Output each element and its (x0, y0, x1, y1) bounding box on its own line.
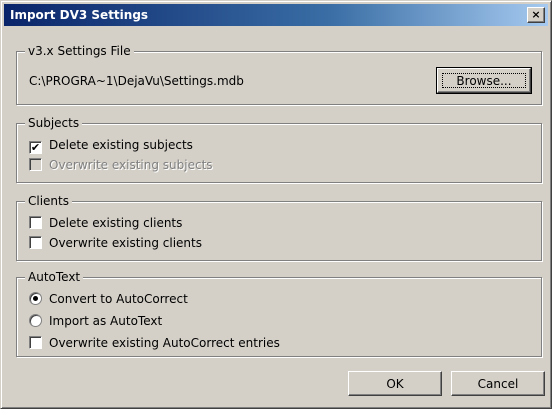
clients-group-label: Clients (25, 193, 72, 209)
convert-autocorrect-radio[interactable]: Convert to AutoCorrect (29, 290, 188, 308)
radio-icon (29, 314, 42, 327)
autotext-group-label: AutoText (25, 269, 84, 285)
ok-button-label: OK (386, 377, 404, 391)
browse-focus-rect: Browse... (442, 73, 526, 88)
title-bar[interactable]: Import DV3 Settings × (4, 4, 548, 26)
delete-subjects-checkbox[interactable]: ✔ Delete existing subjects (29, 136, 193, 154)
import-dialog: Import DV3 Settings × v3.x Settings File… (0, 0, 552, 409)
settings-file-group-label: v3.x Settings File (25, 43, 134, 59)
delete-clients-label: Delete existing clients (49, 216, 183, 230)
overwrite-clients-label: Overwrite existing clients (49, 236, 202, 250)
overwrite-autocorrect-checkbox[interactable]: Overwrite existing AutoCorrect entries (29, 334, 280, 352)
dialog-title: Import DV3 Settings (10, 8, 149, 22)
import-autotext-radio[interactable]: Import as AutoText (29, 312, 162, 330)
ok-button[interactable]: OK (348, 371, 442, 396)
subjects-group: Subjects ✔ Delete existing subjects Overw… (16, 115, 542, 183)
settings-file-path: C:\PROGRA~1\DejaVu\Settings.mdb (29, 74, 244, 88)
subjects-group-label: Subjects (25, 115, 83, 131)
clients-group: Clients Delete existing clients Overwrit… (16, 193, 542, 261)
overwrite-autocorrect-label: Overwrite existing AutoCorrect entries (49, 336, 280, 350)
checkbox-disabled-icon (29, 158, 42, 171)
checkbox-icon (29, 236, 42, 249)
overwrite-subjects-checkbox[interactable]: Overwrite existing subjects (29, 156, 213, 174)
radio-selected-icon (29, 292, 42, 305)
convert-autocorrect-label: Convert to AutoCorrect (49, 292, 188, 306)
browse-button-label: Browse... (456, 74, 512, 88)
overwrite-clients-checkbox[interactable]: Overwrite existing clients (29, 234, 202, 252)
delete-subjects-label: Delete existing subjects (49, 138, 193, 152)
close-icon: × (531, 8, 541, 21)
checkbox-icon (29, 336, 42, 349)
checkbox-icon (29, 216, 42, 229)
autotext-group: AutoText Convert to AutoCorrect Import a… (16, 269, 542, 357)
import-autotext-label: Import as AutoText (49, 314, 163, 328)
checkbox-checked-icon: ✔ (29, 141, 42, 154)
close-button[interactable]: × (527, 7, 545, 23)
cancel-button[interactable]: Cancel (451, 371, 545, 396)
browse-button[interactable]: Browse... (436, 67, 532, 94)
delete-clients-checkbox[interactable]: Delete existing clients (29, 214, 182, 232)
cancel-button-label: Cancel (477, 377, 519, 391)
overwrite-subjects-label: Overwrite existing subjects (49, 158, 213, 172)
settings-file-group: v3.x Settings File C:\PROGRA~1\DejaVu\Se… (16, 43, 542, 105)
